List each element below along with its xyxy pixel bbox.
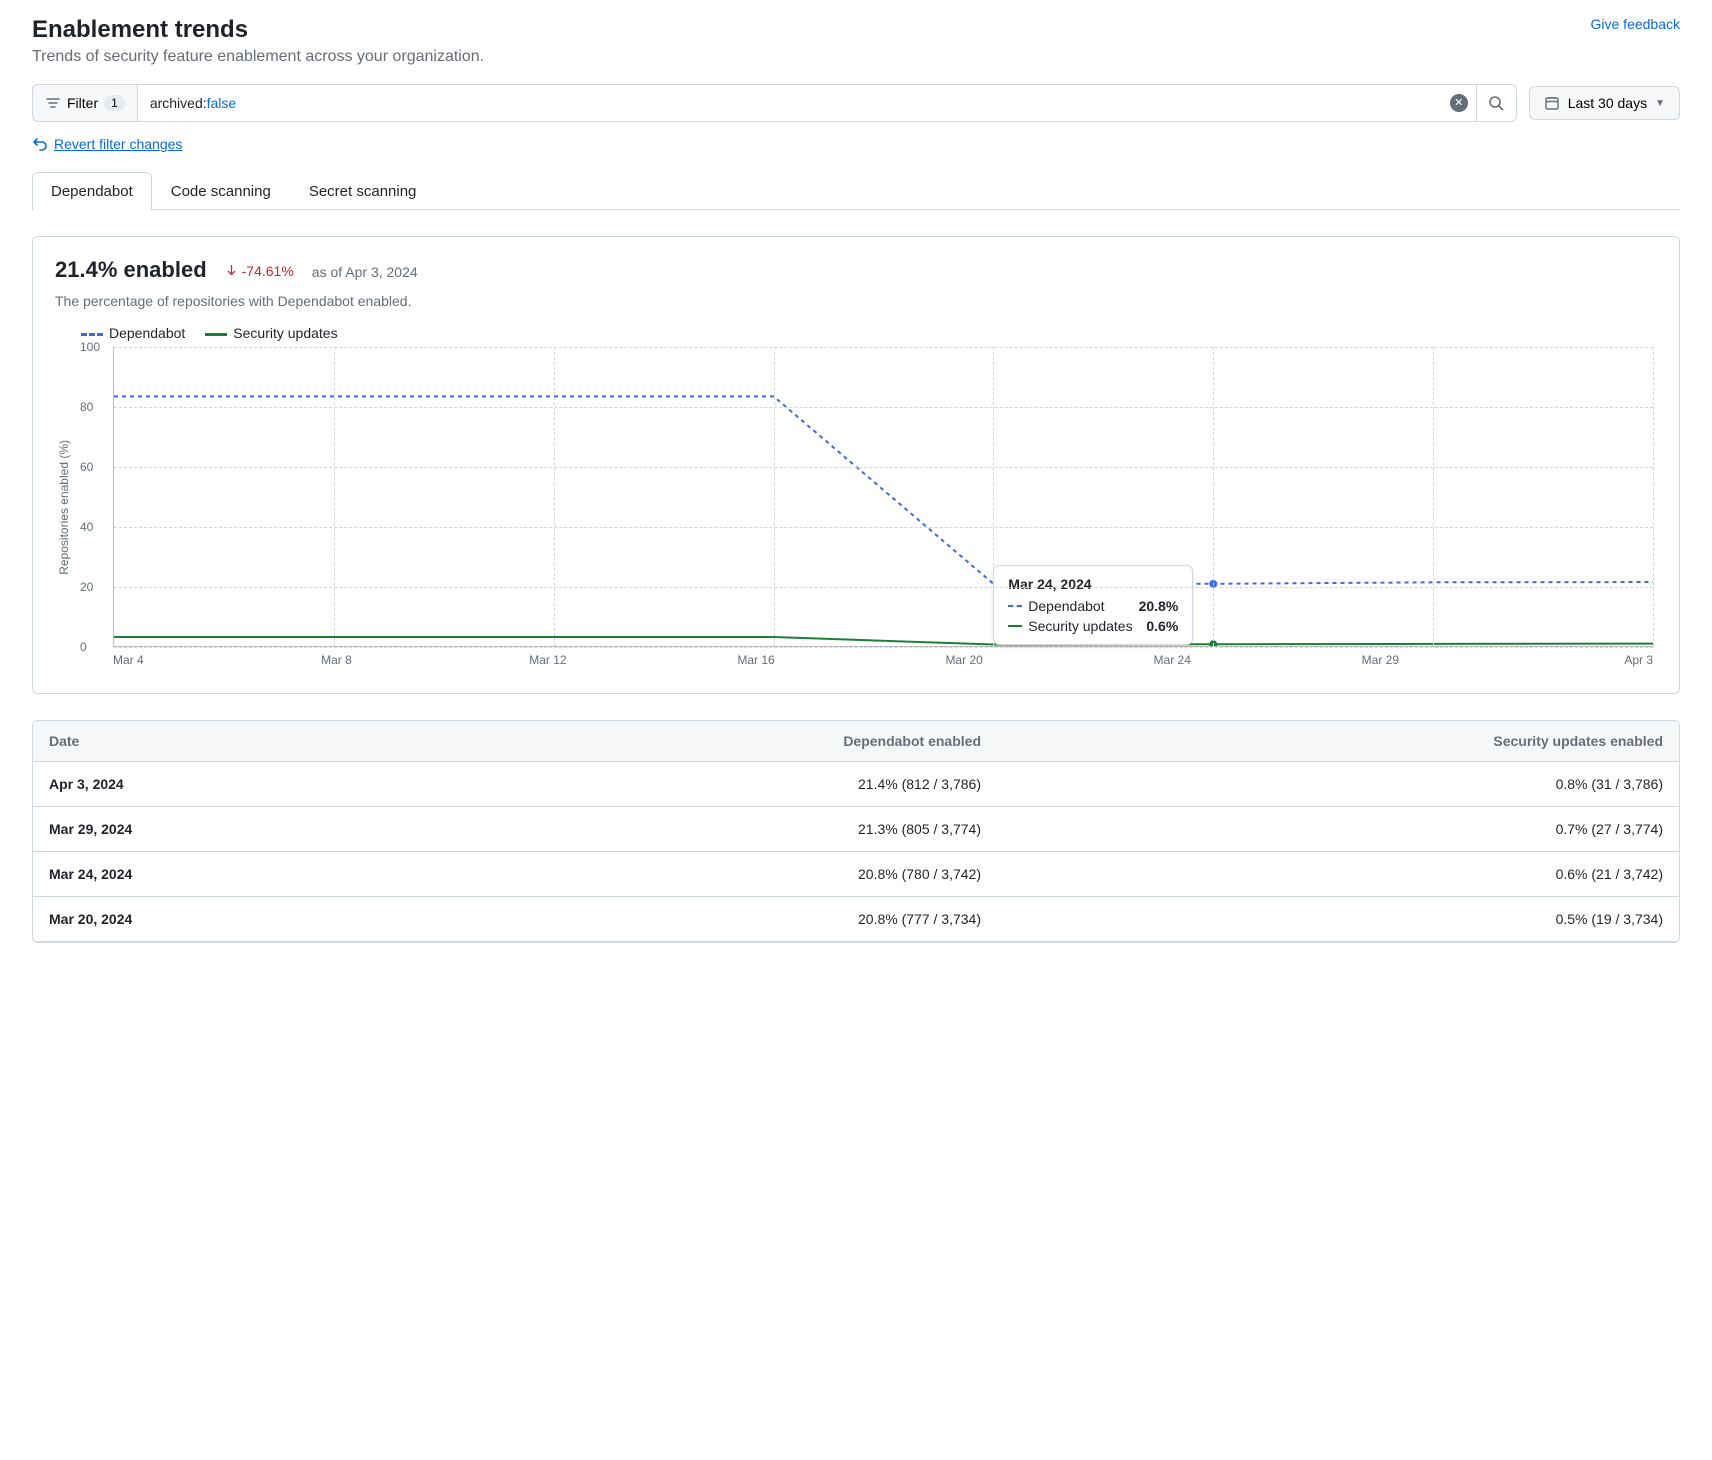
filter-label: Filter [67, 95, 98, 111]
search-input[interactable]: archived:false [138, 87, 1442, 119]
table-row: Mar 24, 202420.8% (780 / 3,742)0.6% (21 … [33, 852, 1679, 897]
table-row: Apr 3, 202421.4% (812 / 3,786)0.8% (31 /… [33, 762, 1679, 807]
y-tick: 20 [80, 580, 93, 594]
search-key: archived: [150, 95, 207, 111]
tooltip-s1-label: Dependabot [1028, 598, 1104, 614]
cell-date: Apr 3, 2024 [33, 762, 423, 807]
dash-swatch-icon [1008, 605, 1022, 607]
x-tick: Mar 20 [945, 653, 1153, 667]
x-tick: Mar 4 [113, 653, 321, 667]
metric-asof: as of Apr 3, 2024 [312, 264, 418, 280]
cell-date: Mar 24, 2024 [33, 852, 423, 897]
search-icon [1488, 95, 1504, 111]
metric-delta-value: -74.61% [242, 263, 294, 279]
x-tick: Mar 16 [737, 653, 945, 667]
legend-dependabot[interactable]: Dependabot [81, 325, 185, 341]
calendar-icon [1544, 95, 1560, 111]
tab-dependabot[interactable]: Dependabot [32, 172, 152, 210]
chart-plot-area[interactable]: Mar 24, 2024 Dependabot 20.8% Security u… [113, 347, 1653, 647]
search-button[interactable] [1476, 85, 1516, 121]
x-tick: Mar 8 [321, 653, 529, 667]
revert-label: Revert filter changes [54, 136, 182, 152]
chart-legend: Dependabot Security updates [81, 325, 1657, 341]
revert-filter-link[interactable]: Revert filter changes [32, 136, 182, 152]
col-security[interactable]: Security updates enabled [997, 721, 1679, 762]
cell-security: 0.6% (21 / 3,742) [997, 852, 1679, 897]
metric-description: The percentage of repositories with Depe… [55, 293, 1657, 309]
dash-swatch-icon [81, 333, 103, 336]
tabs: Dependabot Code scanning Secret scanning [32, 172, 1680, 210]
table-row: Mar 29, 202421.3% (805 / 3,774)0.7% (27 … [33, 807, 1679, 852]
date-range-label: Last 30 days [1568, 95, 1647, 111]
x-tick: Mar 12 [529, 653, 737, 667]
tab-secret-scanning[interactable]: Secret scanning [290, 172, 436, 210]
cell-dependabot: 21.4% (812 / 3,786) [423, 762, 997, 807]
filter-count-badge: 1 [104, 95, 125, 111]
y-tick: 100 [80, 340, 100, 354]
y-tick: 60 [80, 460, 93, 474]
legend-security[interactable]: Security updates [205, 325, 337, 341]
metric-delta: -74.61% [225, 263, 294, 279]
give-feedback-link[interactable]: Give feedback [1591, 16, 1681, 32]
cell-dependabot: 21.3% (805 / 3,774) [423, 807, 997, 852]
cell-date: Mar 29, 2024 [33, 807, 423, 852]
metric-headline: 21.4% enabled [55, 257, 207, 283]
undo-icon [32, 136, 48, 152]
cell-date: Mar 20, 2024 [33, 897, 423, 942]
solid-swatch-icon [1008, 625, 1022, 627]
data-table: Date Dependabot enabled Security updates… [32, 720, 1680, 943]
x-tick: Mar 29 [1362, 653, 1570, 667]
cell-security: 0.8% (31 / 3,786) [997, 762, 1679, 807]
x-circle-icon: ✕ [1450, 94, 1468, 112]
search-value: false [207, 95, 237, 111]
tooltip-date: Mar 24, 2024 [1008, 576, 1178, 592]
date-range-button[interactable]: Last 30 days ▼ [1529, 86, 1680, 120]
cell-security: 0.7% (27 / 3,774) [997, 807, 1679, 852]
x-tick: Apr 3 [1570, 653, 1653, 667]
filter-icon [45, 95, 61, 111]
y-tick: 0 [80, 640, 87, 654]
cell-security: 0.5% (19 / 3,734) [997, 897, 1679, 942]
filter-button[interactable]: Filter 1 [32, 84, 137, 122]
solid-swatch-icon [205, 333, 227, 336]
col-dependabot[interactable]: Dependabot enabled [423, 721, 997, 762]
page-subtitle: Trends of security feature enablement ac… [32, 48, 484, 66]
tooltip-s1-value: 20.8% [1139, 598, 1179, 614]
cell-dependabot: 20.8% (780 / 3,742) [423, 852, 997, 897]
y-axis-label: Repositories enabled (%) [55, 440, 73, 575]
chart-tooltip: Mar 24, 2024 Dependabot 20.8% Security u… [993, 565, 1193, 645]
y-tick: 40 [80, 520, 93, 534]
chart-card: 21.4% enabled -74.61% as of Apr 3, 2024 … [32, 236, 1680, 694]
clear-search-button[interactable]: ✕ [1442, 86, 1476, 120]
tooltip-s2-value: 0.6% [1146, 618, 1178, 634]
cell-dependabot: 20.8% (777 / 3,734) [423, 897, 997, 942]
table-row: Mar 20, 202420.8% (777 / 3,734)0.5% (19 … [33, 897, 1679, 942]
search-bar[interactable]: archived:false ✕ [137, 84, 1517, 122]
y-tick: 80 [80, 400, 93, 414]
x-axis-ticks: Mar 4Mar 8Mar 12Mar 16Mar 20Mar 24Mar 29… [113, 653, 1653, 667]
tab-code-scanning[interactable]: Code scanning [152, 172, 290, 210]
page-title: Enablement trends [32, 16, 484, 44]
col-date[interactable]: Date [33, 721, 423, 762]
chevron-down-icon: ▼ [1655, 98, 1665, 109]
x-tick: Mar 24 [1154, 653, 1362, 667]
arrow-down-icon [225, 264, 238, 277]
tooltip-s2-label: Security updates [1028, 618, 1132, 634]
